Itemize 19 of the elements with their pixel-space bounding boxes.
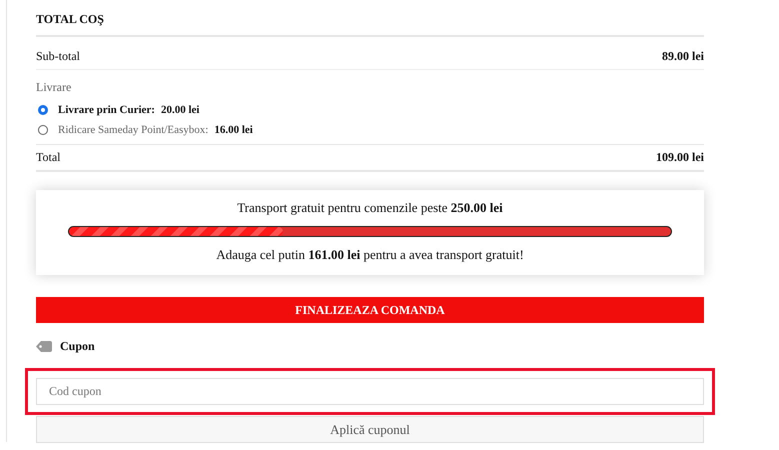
subtotal-label: Sub-total — [36, 49, 80, 64]
radio-button[interactable] — [38, 105, 48, 115]
coupon-field[interactable]: Cod cupon — [36, 378, 704, 405]
subtotal-value: 89.00 lei — [662, 49, 704, 64]
free-shipping-message: Adauga cel putin 161.00 lei pentru a avea transport gratuit! — [215, 247, 525, 263]
apply-coupon-button[interactable]: Aplică cuponul — [36, 416, 704, 443]
tag-icon — [36, 341, 52, 352]
checkout-button[interactable]: FINALIZEAZA COMANDA — [36, 297, 704, 323]
shipping-option-price: 16.00 lei — [214, 124, 253, 136]
radio-button[interactable] — [38, 125, 48, 135]
free-shipping-heading: Transport gratuit pentru comenzile peste 250.00 lei — [236, 200, 504, 216]
cart-total-title: TOTAL COŞ — [36, 10, 704, 37]
shipping-option-price: 20.00 lei — [160, 104, 200, 116]
shipping-label: Livrare — [36, 80, 72, 95]
coupon-label: Cupon — [60, 339, 95, 354]
total-label: Total — [36, 150, 60, 165]
shipping-option-label: Ridicare Sameday Point/Easybox: — [58, 124, 208, 136]
shipping-option-label: Livrare prin Curier: — [58, 104, 155, 116]
total-value: 109.00 lei — [656, 150, 704, 165]
